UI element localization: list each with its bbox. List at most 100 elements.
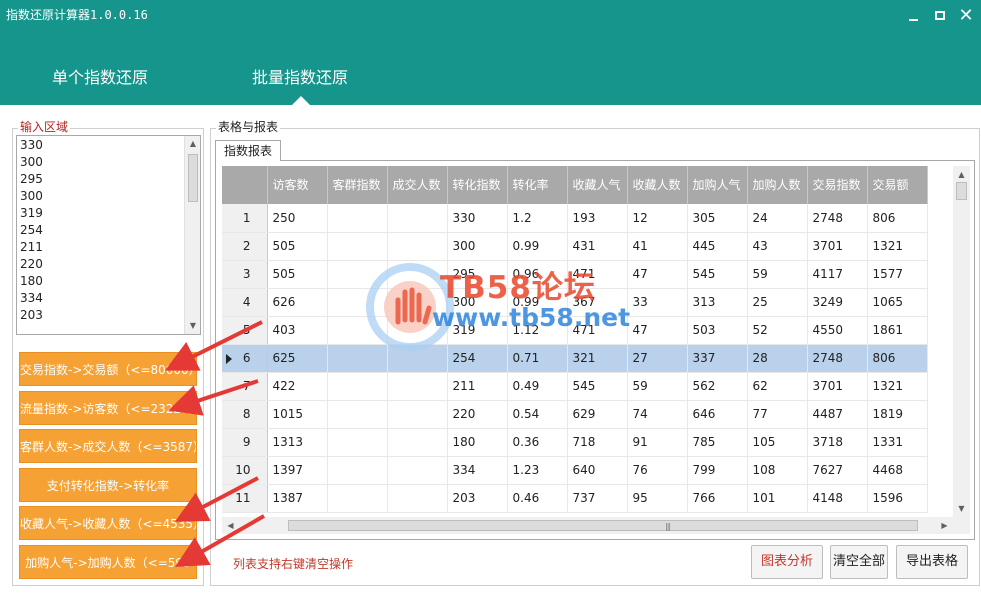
table-cell[interactable]: 4148 xyxy=(807,484,868,513)
table-cell[interactable]: 799 xyxy=(687,456,748,485)
table-cell[interactable]: 737 xyxy=(567,484,628,513)
table-cell[interactable]: 74 xyxy=(627,400,688,429)
table-row[interactable]: 7 422 211 0.49 545 59 562 62 3701 1321 xyxy=(222,372,928,401)
table-cell[interactable]: 59 xyxy=(747,260,808,289)
table-cell[interactable] xyxy=(327,428,388,457)
table-cell[interactable]: 0.49 xyxy=(507,372,568,401)
chart-analysis-button[interactable]: 图表分析 xyxy=(751,545,823,579)
table-cell[interactable]: 0.71 xyxy=(507,344,568,373)
table-row[interactable]: 1 250 330 1.2 193 12 305 24 2748 806 xyxy=(222,204,928,233)
payment-conversion-button[interactable]: 支付转化指数->转化率 xyxy=(19,468,197,502)
table-cell[interactable] xyxy=(387,232,448,261)
table-cell[interactable]: 445 xyxy=(687,232,748,261)
table-cell[interactable]: 52 xyxy=(747,316,808,345)
table-cell[interactable]: 422 xyxy=(267,372,328,401)
table-cell[interactable]: 0.99 xyxy=(507,232,568,261)
traffic-index-button[interactable]: 流量指数->访客数（<=23227） xyxy=(19,391,197,425)
table-cell[interactable]: 3249 xyxy=(807,288,868,317)
table-cell[interactable]: 562 xyxy=(687,372,748,401)
table-cell[interactable]: 3701 xyxy=(807,232,868,261)
table-cell[interactable]: 1819 xyxy=(867,400,928,429)
customer-group-button[interactable]: 客群人数->成交人数（<=3587） xyxy=(19,429,197,463)
row-number[interactable]: 9 xyxy=(222,428,268,457)
favorites-popularity-button[interactable]: 收藏人气->收藏人数（<=4535） xyxy=(19,506,197,540)
column-header[interactable]: 成交人数 xyxy=(387,166,448,204)
close-button[interactable]: ✕ xyxy=(958,7,974,25)
table-cell[interactable]: 300 xyxy=(447,232,508,261)
table-cell[interactable]: 626 xyxy=(267,288,328,317)
row-number[interactable]: 11 xyxy=(222,484,268,513)
table-cell[interactable]: 403 xyxy=(267,316,328,345)
table-cell[interactable]: 2748 xyxy=(807,204,868,233)
clear-all-button[interactable]: 清空全部 xyxy=(830,545,888,579)
scroll-left-icon[interactable]: ◀ xyxy=(222,517,239,534)
table-cell[interactable]: 250 xyxy=(267,204,328,233)
table-cell[interactable]: 180 xyxy=(447,428,508,457)
row-header-corner[interactable] xyxy=(222,166,268,204)
column-header[interactable]: 加购人数 xyxy=(747,166,808,204)
table-cell[interactable]: 1387 xyxy=(267,484,328,513)
table-cell[interactable]: 505 xyxy=(267,260,328,289)
table-row[interactable]: 6 625 254 0.71 321 27 337 28 2748 806 xyxy=(222,344,928,373)
row-number[interactable]: 1 xyxy=(222,204,268,233)
table-cell[interactable]: 625 xyxy=(267,344,328,373)
table-cell[interactable]: 101 xyxy=(747,484,808,513)
table-cell[interactable]: 640 xyxy=(567,456,628,485)
table-cell[interactable]: 1313 xyxy=(267,428,328,457)
table-cell[interactable]: 629 xyxy=(567,400,628,429)
table-cell[interactable]: 1577 xyxy=(867,260,928,289)
column-header[interactable]: 交易指数 xyxy=(807,166,868,204)
table-cell[interactable] xyxy=(327,232,388,261)
table-cell[interactable]: 95 xyxy=(627,484,688,513)
table-cell[interactable]: 545 xyxy=(567,372,628,401)
minimize-button[interactable] xyxy=(905,8,921,24)
table-cell[interactable]: 108 xyxy=(747,456,808,485)
table-cell[interactable]: 330 xyxy=(447,204,508,233)
table-cell[interactable]: 1861 xyxy=(867,316,928,345)
grid-vscroll-thumb[interactable] xyxy=(956,182,967,200)
table-cell[interactable]: 7627 xyxy=(807,456,868,485)
table-cell[interactable]: 211 xyxy=(447,372,508,401)
table-cell[interactable]: 305 xyxy=(687,204,748,233)
column-header[interactable]: 客群指数 xyxy=(327,166,388,204)
table-cell[interactable]: 220 xyxy=(447,400,508,429)
table-cell[interactable]: 254 xyxy=(447,344,508,373)
table-cell[interactable]: 105 xyxy=(747,428,808,457)
table-cell[interactable]: 59 xyxy=(627,372,688,401)
table-cell[interactable]: 91 xyxy=(627,428,688,457)
table-row[interactable]: 2 505 300 0.99 431 41 445 43 3701 1321 xyxy=(222,232,928,261)
table-cell[interactable]: 41 xyxy=(627,232,688,261)
grid-vertical-scrollbar[interactable]: ▲ ▼ xyxy=(953,166,970,517)
table-cell[interactable]: 1331 xyxy=(867,428,928,457)
row-number[interactable]: 4 xyxy=(222,288,268,317)
input-textarea[interactable]: 330 300 295 300 319 254 211 220 180 334 … xyxy=(16,135,201,335)
table-cell[interactable]: 337 xyxy=(687,344,748,373)
table-cell[interactable]: 785 xyxy=(687,428,748,457)
table-cell[interactable]: 503 xyxy=(687,316,748,345)
table-cell[interactable]: 806 xyxy=(867,204,928,233)
table-cell[interactable]: 24 xyxy=(747,204,808,233)
table-cell[interactable]: 334 xyxy=(447,456,508,485)
row-number[interactable]: 2 xyxy=(222,232,268,261)
table-cell[interactable] xyxy=(327,204,388,233)
table-cell[interactable]: 1.2 xyxy=(507,204,568,233)
table-cell[interactable] xyxy=(327,484,388,513)
table-cell[interactable]: 718 xyxy=(567,428,628,457)
table-cell[interactable] xyxy=(387,456,448,485)
trade-index-button[interactable]: 交易指数->交易额（<=80000） xyxy=(19,352,197,386)
column-header[interactable]: 访客数 xyxy=(267,166,328,204)
table-cell[interactable] xyxy=(327,372,388,401)
table-cell[interactable] xyxy=(387,484,448,513)
table-cell[interactable]: 1321 xyxy=(867,232,928,261)
table-cell[interactable]: 47 xyxy=(627,316,688,345)
tab-batch-index[interactable]: 批量指数还原 xyxy=(252,64,348,88)
table-cell[interactable]: 76 xyxy=(627,456,688,485)
row-number[interactable]: 5 xyxy=(222,316,268,345)
table-cell[interactable]: 62 xyxy=(747,372,808,401)
scroll-down-icon[interactable]: ▼ xyxy=(185,318,200,334)
table-cell[interactable]: 2748 xyxy=(807,344,868,373)
table-cell[interactable] xyxy=(387,428,448,457)
table-cell[interactable]: 4468 xyxy=(867,456,928,485)
tab-index-report[interactable]: 指数报表 xyxy=(215,140,281,161)
row-number[interactable]: 10 xyxy=(222,456,268,485)
